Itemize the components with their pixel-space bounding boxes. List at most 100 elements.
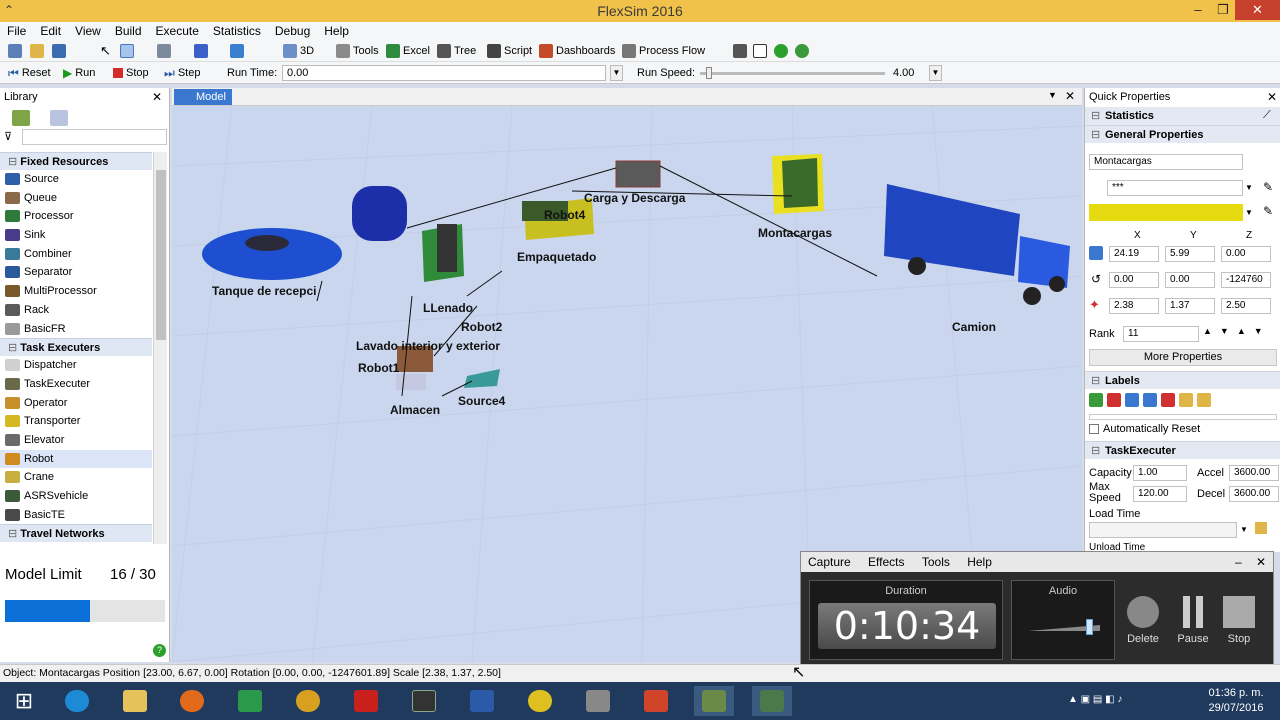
- library-item-sink[interactable]: Sink: [0, 226, 152, 245]
- library-flowitems-tab-icon[interactable]: [50, 110, 68, 126]
- accel-field[interactable]: 3600.00: [1229, 465, 1279, 481]
- menu-edit[interactable]: Edit: [33, 22, 68, 40]
- web-icon[interactable]: [795, 44, 809, 58]
- pos-z-field[interactable]: 0.00: [1221, 246, 1271, 262]
- recorder-menu-effects[interactable]: Effects: [868, 555, 904, 569]
- section-general-properties[interactable]: General Properties: [1085, 125, 1280, 144]
- library-filter-input[interactable]: [22, 129, 167, 145]
- library-item-multiprocessor[interactable]: MultiProcessor: [0, 282, 152, 301]
- label-lavado[interactable]: Lavado interior y exterior: [356, 339, 500, 353]
- menu-help[interactable]: Help: [317, 22, 356, 40]
- stop-recording-icon[interactable]: [1223, 596, 1255, 628]
- rot-y-field[interactable]: 0.00: [1165, 272, 1215, 288]
- model-close-icon[interactable]: ✕: [1065, 89, 1075, 103]
- recorder-menu-capture[interactable]: Capture: [808, 555, 851, 569]
- store-taskbar-icon[interactable]: [230, 686, 270, 716]
- step-button[interactable]: ⏭ Step: [164, 65, 200, 81]
- pin-icon[interactable]: ⟋: [1263, 109, 1271, 122]
- label-robot2[interactable]: Robot2: [461, 320, 502, 334]
- clock-date[interactable]: 29/07/2016: [1206, 702, 1266, 714]
- start-button[interactable]: ⊞: [4, 686, 44, 716]
- help-icon[interactable]: [774, 44, 788, 58]
- audio-level-thumb[interactable]: [1085, 619, 1093, 635]
- tab-model[interactable]: Model: [174, 89, 232, 105]
- menu-file[interactable]: File: [0, 22, 33, 40]
- run-button[interactable]: ▶ Run: [63, 65, 95, 81]
- label-camion[interactable]: Camion: [952, 320, 996, 334]
- view-3d-button[interactable]: 3D: [283, 43, 314, 59]
- menu-execute[interactable]: Execute: [149, 22, 206, 40]
- recorder-close-icon[interactable]: ✕: [1256, 552, 1266, 572]
- tray-icons[interactable]: ▲ ▣ ▤ ◧ ♪: [1068, 694, 1122, 705]
- app-taskbar-icon[interactable]: [288, 686, 328, 716]
- section-taskexecuter[interactable]: TaskExecuter: [1085, 441, 1280, 460]
- menu-build[interactable]: Build: [108, 22, 149, 40]
- library-item-separator[interactable]: Separator: [0, 263, 152, 282]
- save-icon[interactable]: [52, 44, 66, 58]
- load-time-code-icon[interactable]: [1255, 522, 1267, 534]
- library-item-robot[interactable]: Robot: [0, 449, 152, 469]
- labels-table[interactable]: [1089, 414, 1277, 420]
- layout-icon[interactable]: [230, 44, 244, 58]
- size-z-field[interactable]: 2.50: [1221, 298, 1271, 314]
- color-dropdown-icon[interactable]: ▼: [1245, 208, 1253, 217]
- decel-field[interactable]: 3600.00: [1229, 486, 1279, 502]
- chrome-taskbar-icon[interactable]: [520, 686, 560, 716]
- library-item-dispatcher[interactable]: Dispatcher: [0, 356, 152, 375]
- menu-statistics[interactable]: Statistics: [206, 22, 268, 40]
- library-item-combiner[interactable]: Combiner: [0, 245, 152, 264]
- pause-recording-icon[interactable]: [1179, 596, 1207, 628]
- ie-taskbar-icon[interactable]: [57, 686, 97, 716]
- tree-button[interactable]: Tree: [437, 43, 476, 59]
- script-button[interactable]: Script: [487, 43, 532, 59]
- library-item-basicfr[interactable]: BasicFR: [0, 320, 152, 339]
- load-time-field[interactable]: [1089, 522, 1237, 538]
- section-statistics[interactable]: Statistics: [1085, 107, 1280, 125]
- help-icon[interactable]: ?: [153, 644, 166, 657]
- library-item-basicte[interactable]: BasicTE: [0, 506, 152, 525]
- move-up-icon[interactable]: [1125, 393, 1139, 407]
- run-speed-dropdown-icon[interactable]: ▼: [929, 65, 942, 81]
- capacity-field[interactable]: 1.00: [1133, 465, 1187, 481]
- auto-reset-checkbox[interactable]: [1089, 424, 1099, 434]
- color-picker-icon[interactable]: ✎: [1263, 204, 1273, 218]
- copy-label-icon[interactable]: [1179, 393, 1193, 407]
- library-item-elevator[interactable]: Elevator: [0, 431, 152, 450]
- label-source4[interactable]: Source4: [458, 394, 505, 408]
- stop-recording-label[interactable]: Stop: [1215, 633, 1263, 645]
- open-icon[interactable]: [30, 44, 44, 58]
- rank-field[interactable]: 11: [1123, 326, 1199, 342]
- section-task-executers[interactable]: Task Executers: [0, 338, 152, 357]
- library-close-icon[interactable]: ✕: [152, 90, 162, 104]
- library-objects-tab-icon[interactable]: [12, 110, 30, 126]
- connect-mode-icon[interactable]: [120, 44, 134, 58]
- quick-close-icon[interactable]: ✕: [1267, 90, 1277, 104]
- pointer-icon[interactable]: ↖: [100, 43, 111, 59]
- load-time-dropdown-icon[interactable]: ▼: [1240, 525, 1248, 534]
- object-name-field[interactable]: Montacargas: [1089, 154, 1243, 170]
- pos-y-field[interactable]: 5.99: [1165, 246, 1215, 262]
- process-flow-button[interactable]: Process Flow: [622, 43, 705, 59]
- label-robot4[interactable]: Robot4: [544, 208, 585, 222]
- explorer-taskbar-icon[interactable]: [115, 686, 155, 716]
- close-window-icon[interactable]: ✕: [1235, 0, 1280, 20]
- library-item-asrsvehicle[interactable]: ASRSvehicle: [0, 487, 152, 506]
- label-llenado[interactable]: LLenado: [423, 301, 473, 315]
- label-tanque[interactable]: Tanque de recepci: [212, 284, 316, 298]
- pin-label-icon[interactable]: [1161, 393, 1175, 407]
- library-item-operator[interactable]: Operator: [0, 394, 152, 413]
- acrobat-taskbar-icon[interactable]: [346, 686, 386, 716]
- library-item-taskexecuter[interactable]: TaskExecuter: [0, 375, 152, 394]
- grid-icon[interactable]: [733, 44, 747, 58]
- library-scrollbar[interactable]: [153, 152, 167, 544]
- dashboards-button[interactable]: Dashboards: [539, 43, 615, 59]
- recorder-taskbar-icon[interactable]: [752, 686, 792, 716]
- sampler-icon[interactable]: [157, 44, 171, 58]
- word-taskbar-icon[interactable]: [462, 686, 502, 716]
- flexsim-taskbar-icon[interactable]: [694, 686, 734, 716]
- recorder-menu-tools[interactable]: Tools: [922, 555, 950, 569]
- more-properties-button[interactable]: More Properties: [1089, 349, 1277, 366]
- run-time-field[interactable]: 0.00: [282, 65, 606, 81]
- paste-label-icon[interactable]: [1197, 393, 1211, 407]
- shape-dropdown-icon[interactable]: ▼: [1245, 183, 1253, 192]
